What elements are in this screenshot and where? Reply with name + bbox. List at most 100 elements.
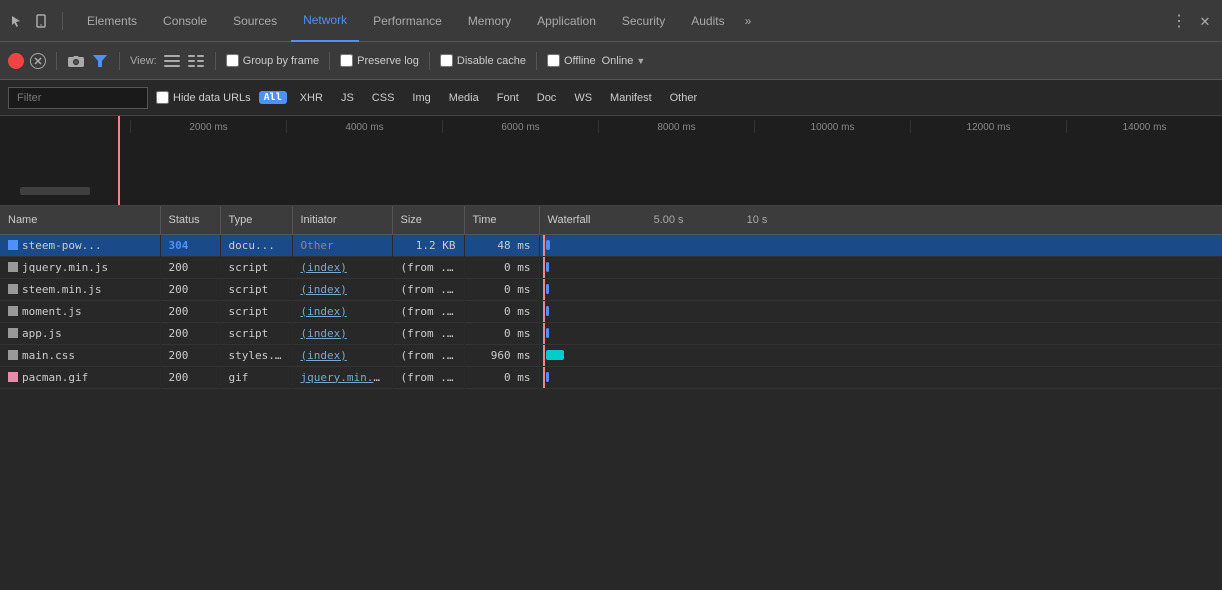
js-filter-btn[interactable]: JS	[336, 90, 359, 106]
table-body: steem-pow...304docu...Other1.2 KB48 msjq…	[0, 234, 1222, 388]
cell-size: (from ...	[392, 278, 464, 300]
cell-waterfall	[539, 234, 1222, 256]
separator-6	[536, 52, 537, 70]
font-filter-btn[interactable]: Font	[492, 90, 524, 106]
top-nav: Elements Console Sources Network Perform…	[0, 0, 1222, 42]
cell-status: 200	[160, 322, 220, 344]
cell-time: 0 ms	[464, 256, 539, 278]
mobile-icon[interactable]	[32, 12, 50, 30]
col-header-waterfall[interactable]: Waterfall 5.00 s 10 s	[539, 206, 1222, 234]
waterfall-bar	[546, 328, 549, 338]
group-by-frame-checkbox[interactable]	[226, 54, 239, 67]
css-filter-btn[interactable]: CSS	[367, 90, 400, 106]
view-label: View:	[130, 55, 157, 67]
preserve-log-checkbox[interactable]	[340, 54, 353, 67]
offline-toggle[interactable]: Offline	[547, 54, 596, 67]
waterfall-cursor	[543, 345, 545, 366]
table-row[interactable]: pacman.gif200gifjquery.min.js:2(from ...…	[0, 366, 1222, 388]
doc-filter-btn[interactable]: Doc	[532, 90, 562, 106]
col-header-name[interactable]: Name	[0, 206, 160, 234]
cursor-icon[interactable]	[8, 12, 26, 30]
tab-security[interactable]: Security	[610, 0, 677, 42]
cell-name: app.js	[0, 322, 160, 344]
col-header-type[interactable]: Type	[220, 206, 292, 234]
cell-type: gif	[220, 366, 292, 388]
filter-input[interactable]	[8, 87, 148, 109]
tick-4000: 4000 ms	[286, 120, 442, 133]
timeline-cursor-line	[118, 116, 120, 205]
hide-data-urls-checkbox[interactable]	[156, 91, 169, 104]
tab-application[interactable]: Application	[525, 0, 608, 42]
table-row[interactable]: main.css200styles...(index)(from ...960 …	[0, 344, 1222, 366]
timeline-bar: 2000 ms 4000 ms 6000 ms 8000 ms 10000 ms…	[0, 116, 1222, 206]
separator-1	[56, 52, 57, 70]
group-by-frame-toggle[interactable]: Group by frame	[226, 54, 319, 67]
tab-sources[interactable]: Sources	[221, 0, 289, 42]
waterfall-10s-label: 10 s	[747, 214, 768, 226]
table-row[interactable]: jquery.min.js200script(index)(from ...0 …	[0, 256, 1222, 278]
disable-cache-checkbox[interactable]	[440, 54, 453, 67]
hide-data-urls-toggle[interactable]: Hide data URLs	[156, 91, 251, 104]
all-filter-badge[interactable]: All	[259, 91, 287, 104]
cell-time: 0 ms	[464, 366, 539, 388]
preserve-log-toggle[interactable]: Preserve log	[340, 54, 419, 67]
tab-network[interactable]: Network	[291, 0, 359, 42]
online-label: Online	[602, 55, 634, 67]
tab-memory[interactable]: Memory	[456, 0, 523, 42]
filter-bar: Hide data URLs All XHR JS CSS Img Media …	[0, 80, 1222, 116]
img-filter-btn[interactable]: Img	[407, 90, 435, 106]
network-table-container[interactable]: Name Status Type Initiator Size Time Wat…	[0, 206, 1222, 590]
cell-type: script	[220, 278, 292, 300]
table-row[interactable]: app.js200script(index)(from ...0 ms	[0, 322, 1222, 344]
table-row[interactable]: steem-pow...304docu...Other1.2 KB48 ms	[0, 234, 1222, 256]
manifest-filter-btn[interactable]: Manifest	[605, 90, 657, 106]
initiator-link[interactable]: (index)	[301, 349, 347, 362]
col-header-initiator[interactable]: Initiator	[292, 206, 392, 234]
main-content: View: Group by frame	[0, 42, 1222, 590]
timeline-scroll-indicator[interactable]	[20, 187, 90, 195]
separator-3	[215, 52, 216, 70]
other-filter-btn[interactable]: Other	[665, 90, 703, 106]
media-filter-btn[interactable]: Media	[444, 90, 484, 106]
initiator-link[interactable]: (index)	[301, 327, 347, 340]
ws-filter-btn[interactable]: WS	[569, 90, 597, 106]
initiator-link[interactable]: (index)	[301, 261, 347, 274]
col-header-time[interactable]: Time	[464, 206, 539, 234]
table-row[interactable]: steem.min.js200script(index)(from ...0 m…	[0, 278, 1222, 300]
disable-cache-toggle[interactable]: Disable cache	[440, 54, 526, 67]
tab-console[interactable]: Console	[151, 0, 219, 42]
camera-icon[interactable]	[67, 52, 85, 70]
list-view-icon[interactable]	[163, 52, 181, 70]
clear-log-button[interactable]	[30, 53, 46, 69]
cell-size: (from ...	[392, 322, 464, 344]
cell-name: jquery.min.js	[0, 256, 160, 278]
cell-type: docu...	[220, 234, 292, 256]
xhr-filter-btn[interactable]: XHR	[295, 90, 328, 106]
network-table: Name Status Type Initiator Size Time Wat…	[0, 206, 1222, 389]
initiator-link[interactable]: (index)	[301, 283, 347, 296]
close-devtools-icon[interactable]: ✕	[1196, 12, 1214, 30]
initiator-link[interactable]: (index)	[301, 305, 347, 318]
nav-right-controls: ⋮ ✕	[1170, 12, 1214, 30]
online-dropdown[interactable]: Online ▼	[602, 55, 646, 67]
tick-12000: 12000 ms	[910, 120, 1066, 133]
col-header-size[interactable]: Size	[392, 206, 464, 234]
kebab-menu-icon[interactable]: ⋮	[1170, 12, 1188, 30]
cell-waterfall	[539, 366, 1222, 388]
tab-audits[interactable]: Audits	[679, 0, 736, 42]
filter-icon[interactable]	[91, 52, 109, 70]
waterfall-cursor	[543, 257, 545, 278]
offline-checkbox[interactable]	[547, 54, 560, 67]
hide-data-urls-label: Hide data URLs	[173, 92, 251, 104]
tab-performance[interactable]: Performance	[361, 0, 454, 42]
initiator-link[interactable]: jquery.min.js:2	[301, 371, 393, 384]
cell-status: 200	[160, 300, 220, 322]
group-by-frame-label: Group by frame	[243, 55, 319, 67]
tab-elements[interactable]: Elements	[75, 0, 149, 42]
separator-2	[119, 52, 120, 70]
table-row[interactable]: moment.js200script(index)(from ...0 ms	[0, 300, 1222, 322]
group-view-icon[interactable]	[187, 52, 205, 70]
more-tabs-button[interactable]: »	[739, 14, 758, 28]
col-header-status[interactable]: Status	[160, 206, 220, 234]
record-button[interactable]	[8, 53, 24, 69]
